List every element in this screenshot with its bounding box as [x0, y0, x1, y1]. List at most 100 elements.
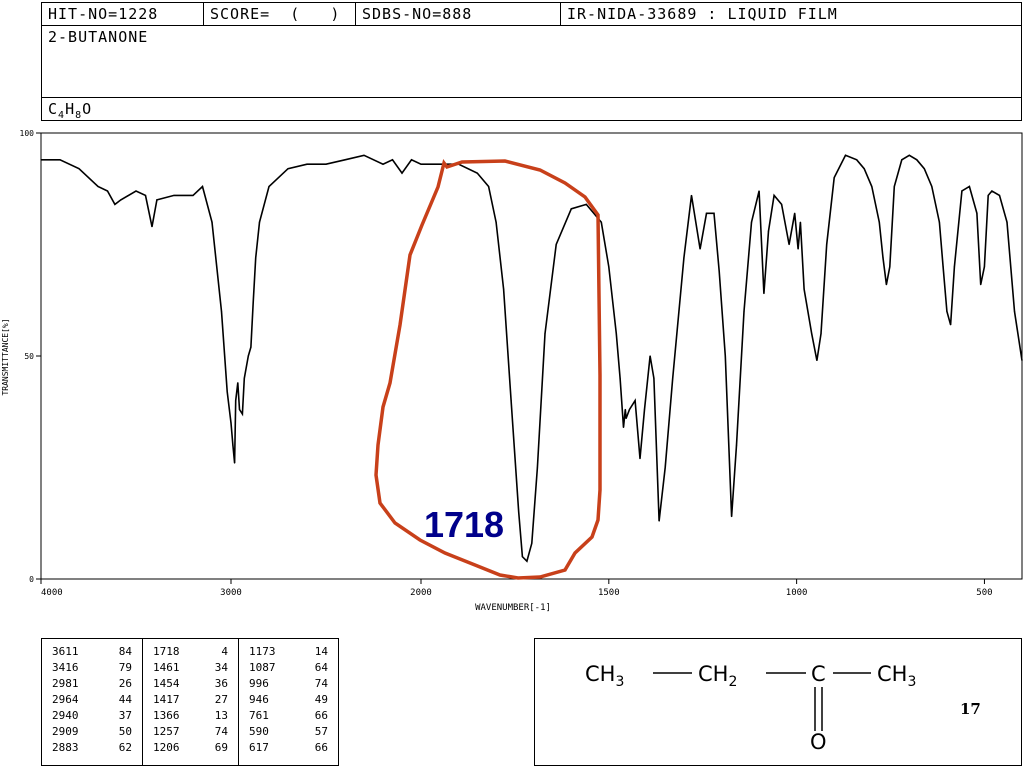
spectrum-point	[526, 560, 528, 562]
spectrum-point	[931, 185, 933, 188]
structural-formula: CH3 CH2 C CH3 O	[585, 662, 916, 754]
carbonyl-carbon: C	[811, 662, 826, 686]
spectrum-header: HIT-NO=1228 SCORE= ( ) SDBS-NO=888 IR-NI…	[41, 2, 1022, 121]
spectrum-point	[750, 221, 753, 223]
table-row: 1173 14	[249, 645, 328, 658]
peak-column-3: 1173 14 1087 64 996 74 946 49 761 66 590 57 61…	[239, 639, 338, 765]
x-tick-label: 1500	[598, 588, 620, 598]
sdbs-number: SDBS-NO=888	[356, 3, 561, 25]
spectrum-point	[724, 355, 726, 357]
spectrum-point	[713, 212, 715, 214]
ir-nida-info: IR-NIDA-33689 : LIQUID FILM	[567, 5, 838, 23]
molecular-formula: C4H8O	[48, 100, 93, 121]
table-row: 617 66	[249, 741, 328, 754]
spectrum-point	[961, 190, 963, 192]
peak-column-1: 3611 84 3416 79 2981 26 2964 44 2940 37 2909 5…	[42, 639, 143, 765]
spectrum-point	[743, 310, 745, 312]
table-row: 1454 36	[153, 677, 228, 690]
spectrum-point	[439, 163, 441, 165]
spectrum-point	[658, 520, 660, 522]
y-tick-label: 50	[24, 352, 34, 361]
spectrum-point	[503, 288, 505, 290]
spectrum-point	[923, 168, 925, 170]
spectrum-point	[797, 248, 799, 250]
spectrum-point	[731, 515, 733, 518]
score-field: SCORE= ( )	[204, 3, 356, 25]
table-row: 946 49	[249, 693, 328, 706]
spectrum-point	[816, 359, 818, 362]
spectrum-point	[820, 333, 822, 335]
spectrum-point	[773, 194, 775, 197]
x-tick-label: 2000	[410, 588, 432, 598]
spectrum-point	[998, 194, 1001, 197]
spectrum-point	[211, 221, 213, 223]
spectrum-point	[232, 444, 234, 446]
compound-name: 2-BUTANONE	[48, 28, 149, 46]
y-axis-label: TRANSMITTANCE[%]	[1, 318, 10, 395]
spectrum-point	[220, 310, 223, 312]
spectrum-point	[230, 422, 232, 424]
slide-number: 17	[960, 700, 981, 718]
spectrum-point	[344, 159, 346, 161]
spectrum-point	[615, 333, 617, 335]
spectrum-point	[788, 243, 790, 246]
spectrum-point	[1006, 221, 1008, 223]
spectrum-point	[622, 426, 625, 428]
spectrum-point	[735, 444, 738, 446]
spectrum-point	[97, 185, 99, 188]
spectrum-point	[653, 377, 655, 379]
spectrum-point	[258, 221, 261, 223]
table-row: 1206 69	[153, 741, 228, 754]
table-row: 1087 64	[249, 661, 328, 674]
spectrum-point	[120, 199, 122, 201]
spectrum-point	[878, 221, 880, 223]
spectrum-line	[41, 154, 1023, 563]
spectrum-point	[255, 257, 257, 259]
spectrum-point	[718, 270, 720, 272]
x-tick-label: 3000	[220, 588, 242, 598]
header-row: HIT-NO=1228 SCORE= ( ) SDBS-NO=888 IR-NI…	[42, 3, 1021, 26]
spectrum-point	[391, 159, 394, 161]
spectrum-point	[893, 185, 895, 188]
spectrum-point	[59, 159, 61, 161]
spectrum-point	[235, 400, 237, 402]
spectrum-point	[983, 266, 986, 268]
spectrum-point	[306, 163, 308, 165]
spectrum-point	[156, 199, 158, 201]
spectrum-point	[826, 243, 828, 246]
spectrum-point	[885, 284, 887, 286]
spectrum-point	[794, 212, 796, 214]
spectrum-point	[856, 159, 858, 161]
spectrum-point	[544, 333, 546, 335]
spectrum-point	[639, 457, 641, 460]
spectrum-point	[863, 168, 865, 170]
spectrum-point	[410, 159, 413, 161]
spectrum-point	[144, 194, 147, 197]
spectrum-point	[114, 203, 116, 205]
spectrum-point	[268, 185, 270, 188]
spectrum-point	[871, 185, 873, 188]
spectrum-point	[672, 377, 674, 379]
spectrum-point	[570, 208, 572, 210]
spectrum-points	[40, 154, 1023, 562]
table-row: 2909 50	[52, 725, 132, 738]
spectrum-point	[247, 355, 249, 357]
spectrum-point	[882, 257, 884, 259]
spectrum-point	[192, 194, 194, 197]
spectrum-point	[758, 190, 760, 192]
table-row: 1257 74	[153, 725, 228, 738]
spectrum-point	[781, 203, 783, 205]
spectrum-point	[980, 284, 982, 286]
spectrum-point	[252, 301, 254, 304]
ch3-left-group: CH3	[585, 662, 624, 690]
table-row: 2981 26	[52, 677, 132, 690]
spectrum-point	[942, 266, 944, 268]
spectrum-point	[889, 266, 891, 268]
spectrum-point	[664, 466, 666, 469]
spectrum-point	[495, 221, 497, 223]
structure-box: CH3 CH2 C CH3 O	[534, 638, 1022, 766]
spectrum-point	[518, 511, 520, 513]
spectrum-point	[976, 212, 978, 214]
spectrum-point	[531, 542, 533, 544]
spectrum-point	[811, 333, 813, 335]
